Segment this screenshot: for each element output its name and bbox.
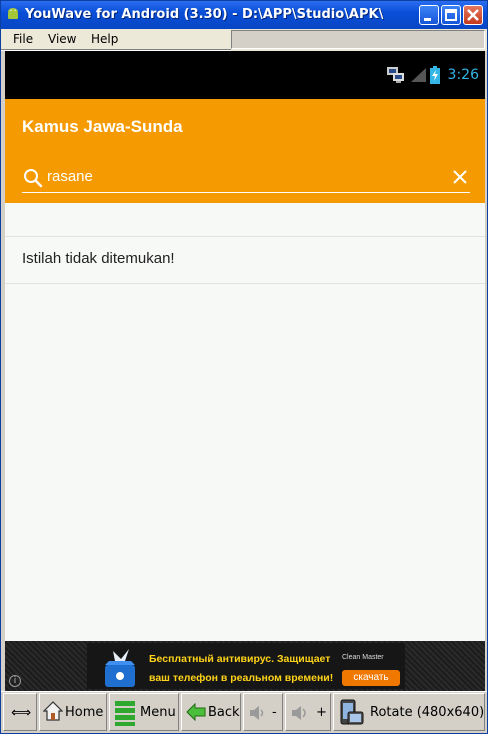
signal-icon (411, 68, 426, 82)
cleaner-app-icon (105, 649, 135, 687)
back-arrow-icon (186, 703, 206, 721)
menu-bar: File View Help (1, 29, 487, 51)
battery-charging-icon (430, 66, 440, 84)
rotate-device-icon (340, 699, 364, 725)
app-title: Kamus Jawa-Sunda (22, 117, 183, 136)
volume-down-label: - (272, 705, 277, 720)
status-time: 3:26 (447, 67, 479, 83)
home-label: Home (65, 705, 104, 720)
close-icon (467, 9, 479, 21)
maximize-button[interactable] (441, 5, 461, 25)
divider (5, 236, 485, 237)
volume-up-label: + (316, 705, 327, 720)
menu-label: Menu (140, 705, 176, 720)
close-window-button[interactable] (463, 5, 483, 25)
menu-view[interactable]: View (48, 32, 76, 46)
divider (5, 283, 485, 284)
window-titlebar[interactable]: YouWave for Android (3.30) - D:\APP\Stud… (1, 1, 487, 29)
ad-brand: Clean Master (342, 654, 384, 661)
menu-help[interactable]: Help (91, 32, 118, 46)
ad-banner[interactable]: Бесплатный антивирус. Защищает Clean Mas… (87, 643, 405, 689)
ad-info-icon[interactable]: i (9, 675, 21, 687)
home-button[interactable]: Home (39, 693, 107, 731)
window-title: YouWave for Android (3.30) - D:\APP\Stud… (25, 7, 384, 22)
app-bar: Kamus Jawa-Sunda rasane (5, 99, 485, 203)
no-result-message: Istilah tidak ditemukan! (22, 250, 175, 267)
search-icon (24, 169, 43, 188)
speaker-icon (292, 706, 306, 720)
menu-icon (115, 701, 135, 726)
emulator-window: YouWave for Android (3.30) - D:\APP\Stud… (0, 0, 488, 734)
back-label: Back (208, 705, 240, 720)
search-input[interactable]: rasane (47, 168, 93, 185)
ad-download-button[interactable]: скачать (342, 670, 400, 686)
speaker-icon (250, 706, 264, 720)
home-icon (43, 701, 63, 721)
ad-line2: ваш телефон в реальном времени! (149, 672, 334, 684)
android-screen: 3:26 Kamus Jawa-Sunda rasane Istilah tid… (5, 51, 485, 691)
network-icon (387, 67, 404, 83)
menu-file[interactable]: File (13, 32, 33, 46)
resize-label: ⟺ (11, 705, 32, 721)
minimize-button[interactable] (419, 5, 439, 25)
volume-down-button[interactable]: - (243, 693, 283, 731)
minimize-icon (424, 18, 431, 21)
resize-button[interactable]: ⟺ (3, 693, 37, 731)
android-app-icon (8, 8, 18, 19)
android-status-bar: 3:26 (5, 51, 485, 99)
search-field[interactable]: rasane (22, 165, 470, 193)
volume-up-button[interactable]: + (285, 693, 331, 731)
back-button[interactable]: Back (181, 693, 241, 731)
ad-banner-area: i Бесплатный антивирус. Защищает Clean M… (5, 641, 485, 691)
menu-button[interactable]: Menu (109, 693, 179, 731)
rotate-button[interactable]: Rotate (480x640) (333, 693, 485, 731)
rotate-label: Rotate (480x640) (370, 705, 485, 720)
maximize-icon (445, 9, 457, 21)
emulator-toolbar: ⟺ Home Menu Back - + Rotate (480x640) (1, 691, 487, 733)
clear-search-icon[interactable] (452, 169, 468, 185)
menu-address-field (231, 30, 485, 49)
ad-line1: Бесплатный антивирус. Защищает (149, 653, 331, 665)
